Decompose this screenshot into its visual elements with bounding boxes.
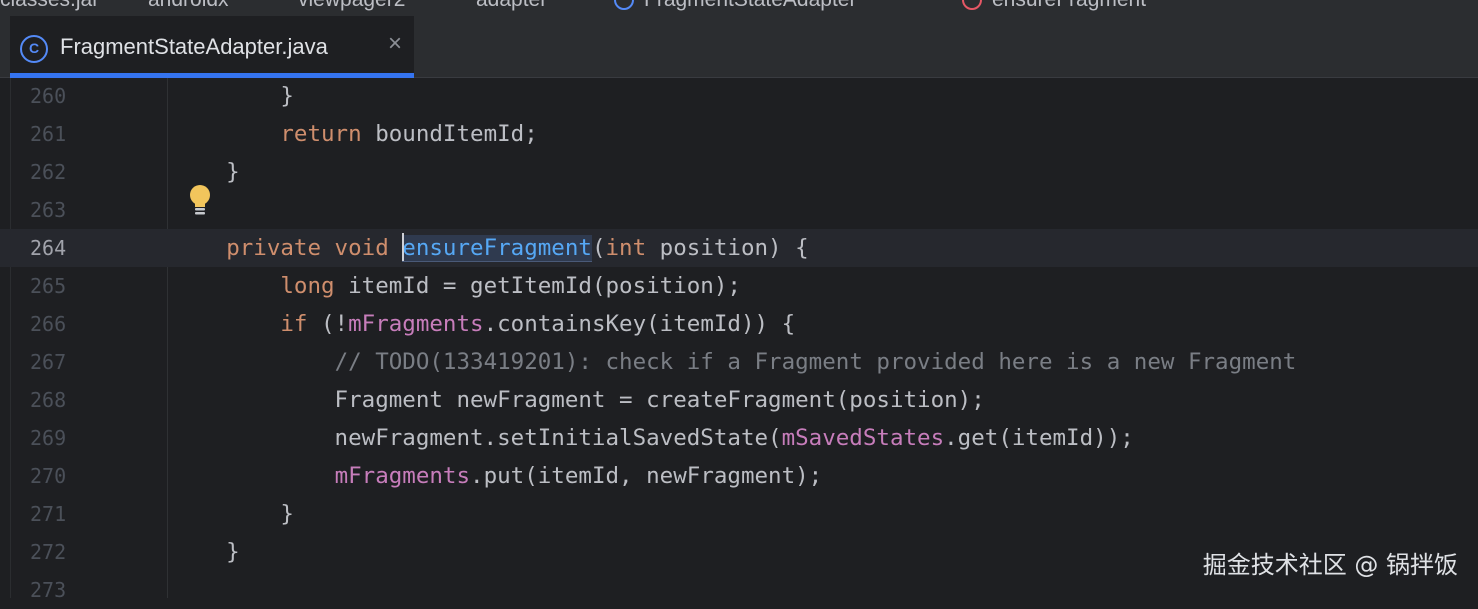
line-number[interactable]: 260 [30,77,72,115]
code-text: Fragment newFragment = createFragment(po… [172,381,985,419]
line-number[interactable]: 261 [30,115,72,153]
code-text: long itemId = getItemId(position); [172,267,741,305]
code-token: newFragment.setInitialSavedState( [172,425,782,451]
code-token: mFragments [334,463,471,489]
code-token: (! [307,311,349,337]
editor-tab-bar: C FragmentStateAdapter.java × [0,16,1478,78]
line-number[interactable]: 270 [30,457,72,495]
code-text: return boundItemId; [172,115,538,153]
code-text: } [172,77,294,115]
code-token: boundItemId; [361,121,538,147]
text-caret [402,232,405,261]
code-token: // TODO(133419201): check if a Fragment … [334,349,1297,375]
line-number[interactable]: 263 [30,191,72,229]
code-token: ensureFragment [402,235,592,262]
code-line[interactable]: 263 [0,191,1478,229]
code-token: position) { [646,235,809,261]
code-text: mFragments.put(itemId, newFragment); [172,457,823,495]
code-token: .get(itemId)); [944,425,1134,451]
breadcrumb-label: ensureFragment [992,0,1146,11]
breadcrumb-item[interactable]: ensureFragment [962,0,1146,12]
class-icon: C [20,35,48,63]
code-token: .put(itemId, newFragment); [470,463,823,489]
code-line[interactable]: 271 } [0,495,1478,533]
code-text: } [172,533,240,571]
code-token: mFragments [348,311,484,337]
code-token: } [172,159,240,185]
code-line[interactable]: 261 return boundItemId; [0,115,1478,153]
breadcrumb-item[interactable]: FragmentStateAdapter [614,0,856,12]
breadcrumb-label: androidx [148,0,229,11]
code-text: private void ensureFragment(int position… [172,229,809,267]
code-text: newFragment.setInitialSavedState(mSavedS… [172,419,1134,457]
line-number[interactable]: 269 [30,419,72,457]
code-line[interactable]: 267 // TODO(133419201): check if a Fragm… [0,343,1478,381]
code-token: private void [226,235,389,261]
tab-fragmentstateadapter[interactable]: C FragmentStateAdapter.java × [10,16,414,78]
breadcrumb-item[interactable]: viewpager2 [298,0,405,12]
code-token: } [172,539,240,565]
close-icon[interactable]: × [388,30,402,58]
breadcrumb-item[interactable]: adapter [476,0,547,12]
line-number[interactable]: 271 [30,495,72,533]
breadcrumb-label: FragmentStateAdapter [644,0,856,11]
tab-label: FragmentStateAdapter.java [60,34,328,59]
breadcrumb-item[interactable]: classes.jar [0,0,99,12]
method-icon [962,0,982,11]
code-token: int [605,235,647,261]
line-number[interactable]: 272 [30,533,72,571]
code-token: long [280,273,335,299]
line-number[interactable]: 266 [30,305,72,343]
breadcrumb-label: classes.jar [0,0,99,11]
breadcrumb-label: adapter [476,0,547,11]
code-text: if (!mFragments.containsKey(itemId)) { [172,305,795,343]
code-token: return [280,121,362,147]
code-editor[interactable]: 260 } 261 return boundItemId; 262 } 263 264 … [0,77,1478,602]
code-line[interactable]: 268 Fragment newFragment = createFragmen… [0,381,1478,419]
breadcrumb-item[interactable]: androidx [148,0,229,12]
line-number[interactable]: 267 [30,343,72,381]
code-token: itemId = getItemId(position); [334,273,741,299]
line-number[interactable]: 264 [30,229,72,267]
code-token: Fragment newFragment = createFragment(po… [172,387,985,413]
code-line[interactable]: 265 long itemId = getItemId(position); [0,267,1478,305]
code-line[interactable]: 270 mFragments.put(itemId, newFragment); [0,457,1478,495]
code-token: if [280,311,308,337]
code-line[interactable]: 262 } [0,153,1478,191]
code-token: } [172,83,294,109]
line-number[interactable]: 268 [30,381,72,419]
code-line[interactable]: 260 } [0,77,1478,115]
breadcrumb-label: viewpager2 [298,0,405,11]
class-icon [614,0,634,11]
line-number[interactable]: 262 [30,153,72,191]
watermark: 掘金技术社区 @ 锅拌饭 [1202,551,1458,579]
code-token: .containsKey(itemId)) { [483,311,796,337]
code-token: } [172,501,294,527]
code-text: } [172,495,294,533]
navigation-bar: classes.jar androidx viewpager2 adapter … [0,0,1478,16]
code-line[interactable]: 266 if (!mFragments.containsKey(itemId))… [0,305,1478,343]
code-text: // TODO(133419201): check if a Fragment … [172,343,1297,381]
code-line[interactable]: 264 private void ensureFragment(int posi… [0,229,1478,267]
code-token: mSavedStates [781,425,945,451]
line-number[interactable]: 265 [30,267,72,305]
lightbulb-icon[interactable] [189,184,211,218]
code-line[interactable]: 269 newFragment.setInitialSavedState(mSa… [0,419,1478,457]
code-token: ( [591,235,606,261]
line-number[interactable]: 273 [30,571,72,609]
